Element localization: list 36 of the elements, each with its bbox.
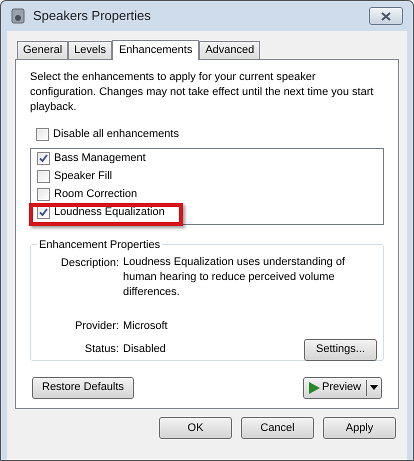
intro-text: Select the enhancements to apply for your current speaker configuration. Changes may not take effect until the next time you start playback.: [30, 70, 374, 115]
group-title: Enhancement Properties: [38, 238, 162, 252]
tab[interactable]: Levels: [68, 41, 112, 59]
status-value: Disabled: [123, 342, 166, 358]
field-label: Provider:: [74, 319, 119, 334]
checkbox[interactable]: [36, 128, 49, 141]
description-text: Loudness Equalization uses understanding of human hearing to reduce perceived volume differences.: [123, 255, 346, 300]
dialog-button[interactable]: OK: [159, 417, 232, 439]
tab[interactable]: Advanced: [199, 41, 260, 59]
tab[interactable]: General: [17, 41, 68, 59]
field-label: Status:: [84, 342, 119, 358]
checkbox[interactable]: [37, 206, 50, 219]
list-item[interactable]: Bass Management: [54, 150, 146, 167]
checkbox-label: Disable all enhancements: [53, 127, 179, 142]
list-item[interactable]: Loudness Equalization: [54, 204, 165, 221]
checkbox[interactable]: [37, 152, 50, 165]
tab[interactable]: Enhancements: [112, 40, 200, 60]
restore-defaults-button[interactable]: Restore Defaults: [32, 376, 134, 398]
window-title: Speakers Properties: [33, 7, 151, 26]
play-icon: [308, 382, 320, 394]
dialog-button[interactable]: Cancel: [241, 417, 314, 439]
close-button[interactable]: [369, 7, 403, 25]
checkbox[interactable]: [37, 170, 50, 183]
close-icon: [381, 12, 391, 20]
field-label: Description:: [60, 256, 119, 271]
provider-value: Microsoft: [123, 319, 169, 334]
settings-button[interactable]: Settings...: [304, 338, 377, 360]
list-item[interactable]: Room Correction: [54, 186, 138, 203]
speaker-icon: [11, 8, 25, 24]
checkmark-icon: [39, 154, 48, 163]
preview-button[interactable]: Preview: [303, 376, 382, 398]
list-item[interactable]: Speaker Fill: [54, 168, 112, 185]
dropdown-arrow-icon: [370, 385, 378, 390]
checkmark-icon: [39, 208, 48, 217]
dialog-button[interactable]: Apply: [323, 417, 396, 439]
checkbox[interactable]: [37, 188, 50, 201]
